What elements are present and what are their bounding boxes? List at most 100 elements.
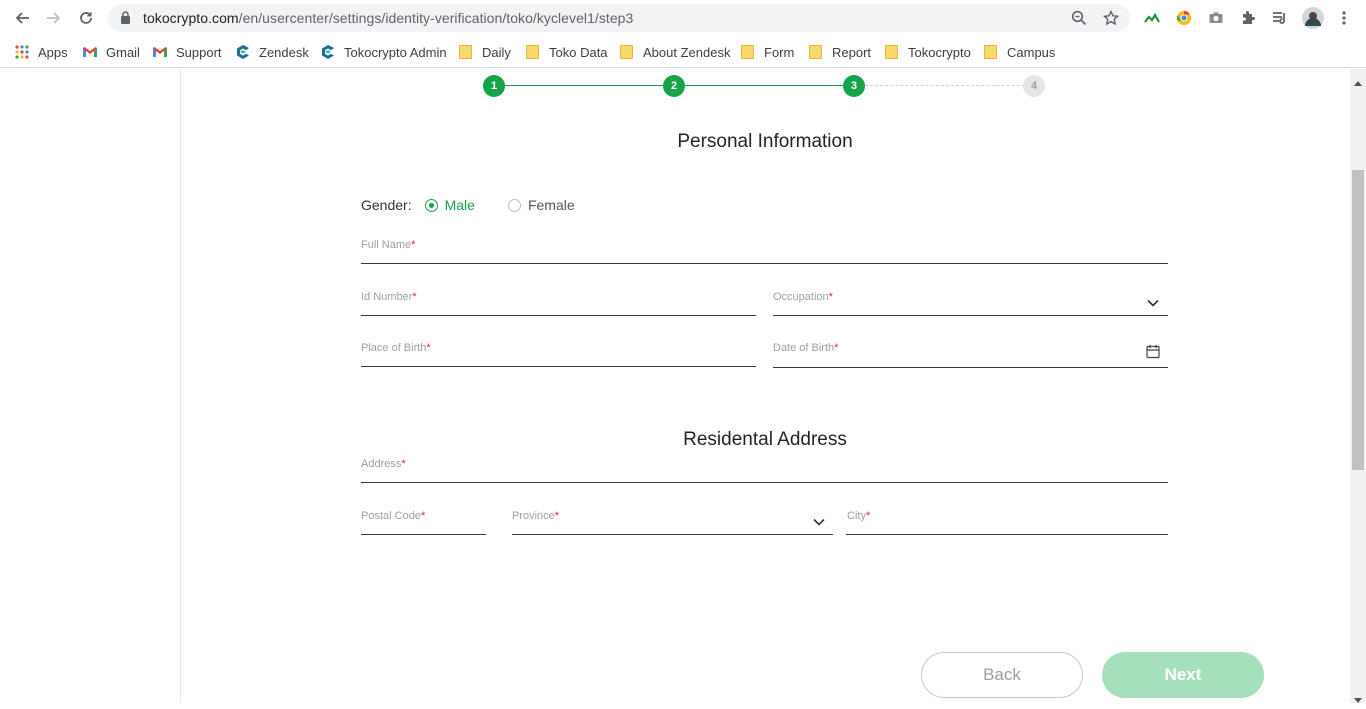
stepper-line-done xyxy=(505,85,685,86)
bookmarks-bar: Apps Gmail Support Zendesk Tokocrypto Ad… xyxy=(0,36,1366,68)
bookmark-folder-form[interactable]: Form xyxy=(741,42,794,62)
folder-icon xyxy=(526,45,539,59)
required-mark: * xyxy=(426,342,431,354)
bookmark-label: About Zendesk xyxy=(643,44,731,60)
address-underline xyxy=(361,482,1168,483)
bookmark-label: Support xyxy=(176,44,222,60)
back-button[interactable]: Back xyxy=(921,652,1083,698)
bookmark-folder-about-zendesk[interactable]: About Zendesk xyxy=(620,42,730,62)
bookmark-folder-toko-data[interactable]: Toko Data xyxy=(526,42,608,62)
place-of-birth-label: Place of Birth xyxy=(361,342,427,354)
city-underline xyxy=(846,534,1168,535)
step-2-indicator: 2 xyxy=(663,75,685,97)
id-number-label: Id Number xyxy=(361,291,413,303)
scrollbar-thumb[interactable] xyxy=(1352,170,1364,470)
gender-female-radio[interactable] xyxy=(507,198,521,212)
province-label: Province xyxy=(512,510,555,522)
bookmark-label: Zendesk xyxy=(259,44,309,60)
gender-female-label[interactable]: Female xyxy=(528,197,575,213)
bookmark-folder-report[interactable]: Report xyxy=(809,42,871,62)
vertical-scrollbar[interactable] xyxy=(1350,69,1366,703)
gender-label: Gender: xyxy=(361,197,412,213)
bookmark-gmail[interactable]: Gmail xyxy=(82,42,140,62)
extension-chrome-icon[interactable] xyxy=(1174,8,1194,28)
city-label: City xyxy=(847,510,866,522)
city-field[interactable]: City* xyxy=(847,510,870,522)
bookmark-label: Apps xyxy=(38,44,68,60)
step-4-indicator: 4 xyxy=(1023,75,1045,97)
stepper-line-pending xyxy=(865,85,1045,86)
required-mark: * xyxy=(401,458,406,470)
postal-code-field[interactable]: Postal Code* xyxy=(361,510,425,522)
gender-male-label[interactable]: Male xyxy=(445,197,475,213)
menu-kebab-icon[interactable] xyxy=(1334,8,1354,28)
bookmark-folder-daily[interactable]: Daily xyxy=(459,42,511,62)
folder-icon xyxy=(885,45,898,59)
bookmark-folder-tokocrypto[interactable]: Tokocrypto xyxy=(885,42,971,62)
url-host: tokocrypto.com xyxy=(143,10,239,26)
chevron-down-icon[interactable] xyxy=(1147,294,1159,312)
bookmark-apps[interactable]: Apps xyxy=(14,42,68,62)
bookmark-zendesk[interactable]: Zendesk xyxy=(235,42,309,62)
id-number-field[interactable]: Id Number* xyxy=(361,291,417,303)
calendar-icon[interactable] xyxy=(1146,344,1160,364)
tokocrypto-logo-icon xyxy=(320,44,336,60)
extensions-puzzle-icon[interactable] xyxy=(1238,8,1258,28)
back-arrow-icon[interactable] xyxy=(10,6,34,30)
url-text: tokocrypto.com/en/usercenter/settings/id… xyxy=(143,10,633,26)
date-of-birth-underline xyxy=(773,367,1168,368)
bookmark-star-icon[interactable] xyxy=(1102,9,1120,26)
extension-green-icon[interactable] xyxy=(1142,8,1162,28)
gender-male-radio[interactable] xyxy=(424,198,438,212)
lock-icon xyxy=(120,11,131,29)
reload-icon[interactable] xyxy=(74,6,98,30)
folder-icon xyxy=(459,45,472,59)
place-of-birth-field[interactable]: Place of Birth* xyxy=(361,342,431,354)
required-mark: * xyxy=(865,510,871,522)
gender-field: Gender: Male Female xyxy=(361,197,575,213)
step-3-indicator: 3 xyxy=(843,75,865,97)
required-mark: * xyxy=(412,291,417,303)
address-bar[interactable]: tokocrypto.com/en/usercenter/settings/id… xyxy=(108,4,1130,32)
stepper-line-done xyxy=(685,85,865,86)
required-mark: * xyxy=(828,291,833,303)
bookmark-label: Tokocrypto Admin xyxy=(344,44,447,60)
bookmark-support[interactable]: Support xyxy=(152,42,222,62)
occupation-select[interactable]: Occupation* xyxy=(773,291,833,303)
id-number-underline xyxy=(361,315,756,316)
required-mark: * xyxy=(411,239,416,251)
bookmark-label: Tokocrypto xyxy=(908,44,971,60)
next-button[interactable]: Next xyxy=(1102,652,1264,698)
address-field[interactable]: Address* xyxy=(361,458,406,470)
forward-arrow-icon[interactable] xyxy=(42,6,66,30)
personal-information-title: Personal Information xyxy=(677,131,853,152)
zoom-icon[interactable] xyxy=(1071,10,1087,26)
camera-icon[interactable] xyxy=(1206,8,1226,28)
browser-toolbar: tokocrypto.com/en/usercenter/settings/id… xyxy=(0,0,1366,36)
bookmark-tokocrypto-admin[interactable]: Tokocrypto Admin xyxy=(320,42,447,62)
tokocrypto-logo-icon xyxy=(235,44,251,60)
profile-avatar[interactable] xyxy=(1302,7,1324,29)
province-select[interactable]: Province* xyxy=(512,510,559,522)
chevron-down-icon[interactable] xyxy=(813,513,825,531)
full-name-field[interactable]: Full Name* xyxy=(361,239,415,251)
residental-address-title: Residental Address xyxy=(683,429,847,450)
reading-list-icon[interactable] xyxy=(1270,8,1290,28)
occupation-label: Occupation xyxy=(773,291,829,303)
bookmark-label: Gmail xyxy=(106,44,140,60)
province-underline xyxy=(512,534,833,535)
scroll-down-arrow-icon[interactable] xyxy=(1354,691,1362,703)
required-mark: * xyxy=(554,510,560,522)
date-of-birth-label: Date of Birth xyxy=(773,342,835,354)
address-label: Address xyxy=(361,458,402,470)
date-of-birth-field[interactable]: Date of Birth* xyxy=(773,342,838,354)
full-name-label: Full Name xyxy=(361,239,412,251)
bookmark-label: Daily xyxy=(482,44,511,60)
step-1-indicator: 1 xyxy=(483,75,505,97)
page-content: 1 2 3 4 Personal Information Gender: Mal… xyxy=(0,69,1350,703)
scroll-up-arrow-icon[interactable] xyxy=(1354,73,1362,86)
bookmark-folder-campus[interactable]: Campus xyxy=(984,42,1055,62)
folder-icon xyxy=(741,45,754,59)
gmail-icon xyxy=(82,44,98,60)
place-of-birth-underline xyxy=(361,366,756,367)
